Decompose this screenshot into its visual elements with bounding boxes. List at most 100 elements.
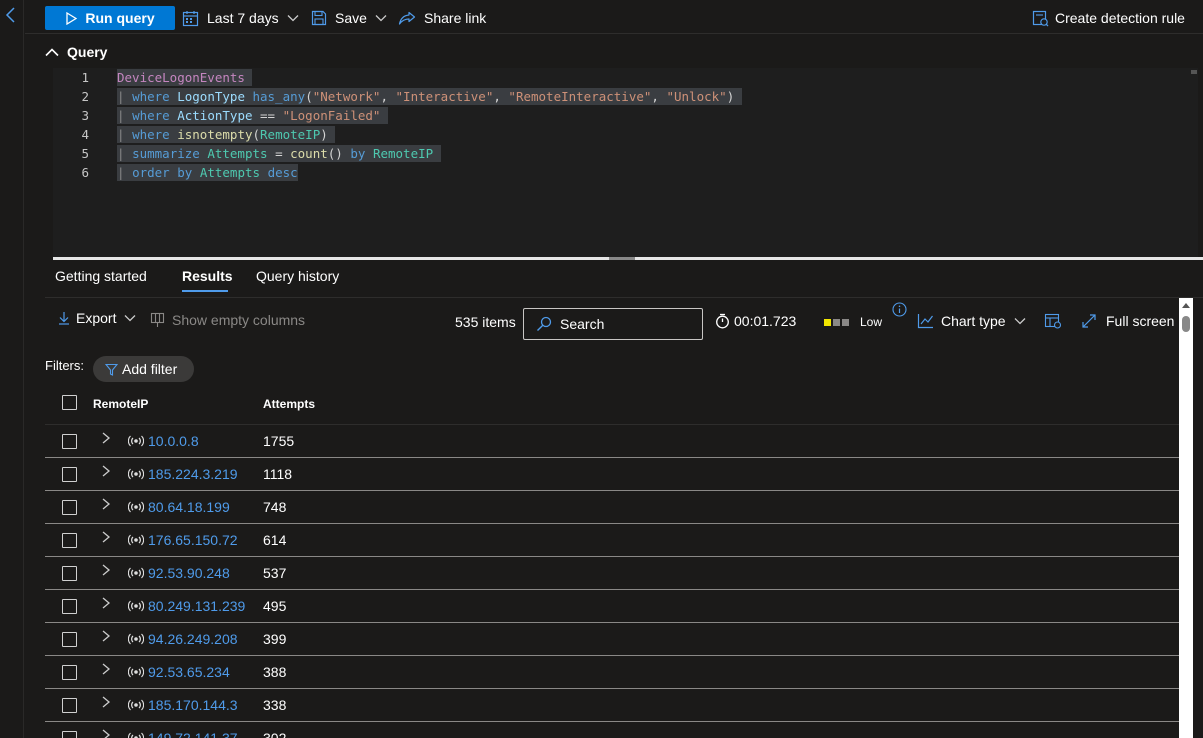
resource-usage-indicator: Low xyxy=(824,315,882,329)
editor-scrollbar[interactable] xyxy=(1188,68,1198,258)
network-broadcast-icon xyxy=(128,699,144,711)
column-header-attempts[interactable]: Attempts xyxy=(263,397,315,411)
remote-ip-link[interactable]: 185.170.144.3 xyxy=(148,697,238,713)
attempts-value: 1755 xyxy=(263,433,295,449)
query-section-toggle[interactable]: Query xyxy=(45,42,107,62)
network-broadcast-icon xyxy=(128,468,144,480)
add-filter-label: Add filter xyxy=(122,361,178,377)
export-dropdown[interactable]: Export xyxy=(58,310,136,326)
row-checkbox[interactable] xyxy=(62,665,77,680)
row-checkbox[interactable] xyxy=(62,599,77,614)
chevron-right-icon[interactable] xyxy=(101,662,111,676)
editor-line: 4 | where isnotempty(RemoteIP) xyxy=(53,125,1198,144)
table-row[interactable]: 92.53.65.234 388 xyxy=(45,656,1179,689)
attempts-value: 302 xyxy=(263,730,287,738)
advanced-hunting-panel: Run query Last 7 days Save Share link Cr… xyxy=(25,0,1203,738)
save-dropdown[interactable]: Save xyxy=(311,6,387,30)
code-line: | summarize Attempts = count() by Remote… xyxy=(117,145,441,162)
chart-type-dropdown[interactable]: Chart type xyxy=(917,313,1026,329)
table-row[interactable]: 185.224.3.219 1118 xyxy=(45,458,1179,491)
save-icon xyxy=(311,10,327,26)
attempts-value: 495 xyxy=(263,598,287,614)
select-all-checkbox[interactable] xyxy=(62,395,77,410)
chart-type-label: Chart type xyxy=(941,313,1006,329)
network-broadcast-icon xyxy=(128,567,144,579)
editor-line: 1 DeviceLogonEvents xyxy=(53,68,1198,87)
timer-icon xyxy=(716,313,729,329)
scroll-up-icon[interactable] xyxy=(1182,302,1190,308)
create-detection-rule-button[interactable]: Create detection rule xyxy=(1032,6,1185,30)
remote-ip-link[interactable]: 92.53.90.248 xyxy=(148,565,230,581)
results-tabs: Getting started Results Query history xyxy=(45,260,1203,298)
network-broadcast-icon xyxy=(128,633,144,645)
info-icon[interactable] xyxy=(892,302,907,317)
row-checkbox[interactable] xyxy=(62,467,77,482)
query-section-title: Query xyxy=(67,44,108,60)
remote-ip-link[interactable]: 149.72.141.37 xyxy=(148,730,238,738)
table-row[interactable]: 80.249.131.239 495 xyxy=(45,590,1179,623)
remote-ip-link[interactable]: 185.224.3.219 xyxy=(148,466,238,482)
table-row[interactable]: 94.26.249.208 399 xyxy=(45,623,1179,656)
search-icon xyxy=(537,316,552,331)
add-filter-button[interactable]: Add filter xyxy=(93,356,194,382)
tab-getting-started[interactable]: Getting started xyxy=(55,268,147,284)
remote-ip-link[interactable]: 176.65.150.72 xyxy=(148,532,238,548)
chevron-right-icon[interactable] xyxy=(101,695,111,709)
table-row[interactable]: 176.65.150.72 614 xyxy=(45,524,1179,557)
chevron-right-icon[interactable] xyxy=(101,629,111,643)
create-detection-rule-label: Create detection rule xyxy=(1055,10,1185,26)
remote-ip-link[interactable]: 80.64.18.199 xyxy=(148,499,230,515)
table-row[interactable]: 80.64.18.199 748 xyxy=(45,491,1179,524)
row-checkbox[interactable] xyxy=(62,434,77,449)
row-checkbox[interactable] xyxy=(62,533,77,548)
network-broadcast-icon xyxy=(128,534,144,546)
row-checkbox[interactable] xyxy=(62,632,77,647)
remote-ip-link[interactable]: 10.0.0.8 xyxy=(148,433,199,449)
chevron-right-icon[interactable] xyxy=(101,596,111,610)
remote-ip-link[interactable]: 94.26.249.208 xyxy=(148,631,238,647)
tab-results[interactable]: Results xyxy=(182,268,233,284)
code-line: | where isnotempty(RemoteIP) xyxy=(117,126,336,143)
chevron-right-icon[interactable] xyxy=(101,431,111,445)
row-checkbox[interactable] xyxy=(62,731,77,738)
network-broadcast-icon xyxy=(128,600,144,612)
query-editor[interactable]: 1 DeviceLogonEvents 2 | where LogonType … xyxy=(53,68,1198,258)
full-screen-button[interactable]: Full screen xyxy=(1081,313,1174,329)
table-row[interactable]: 149.72.141.37 302 xyxy=(45,722,1179,738)
attempts-value: 748 xyxy=(263,499,287,515)
column-header-remoteip[interactable]: RemoteIP xyxy=(93,397,148,411)
export-label: Export xyxy=(76,310,117,326)
row-checkbox[interactable] xyxy=(62,566,77,581)
network-broadcast-icon xyxy=(128,666,144,678)
row-checkbox[interactable] xyxy=(62,698,77,713)
chevron-right-icon[interactable] xyxy=(101,728,111,738)
chevron-down-icon xyxy=(287,15,299,22)
results-scrollbar[interactable] xyxy=(1179,298,1193,738)
share-link-button[interactable]: Share link xyxy=(398,6,486,30)
tab-query-history[interactable]: Query history xyxy=(256,268,339,284)
line-number: 2 xyxy=(81,89,89,104)
chevron-right-icon[interactable] xyxy=(101,464,111,478)
search-input[interactable]: Search xyxy=(523,308,703,340)
chevron-right-icon[interactable] xyxy=(101,563,111,577)
chevron-right-icon[interactable] xyxy=(101,530,111,544)
share-link-label: Share link xyxy=(424,10,487,26)
row-checkbox[interactable] xyxy=(62,500,77,515)
table-row[interactable]: 185.170.144.3 338 xyxy=(45,689,1179,722)
time-range-dropdown[interactable]: Last 7 days xyxy=(182,6,299,30)
scrollbar-thumb[interactable] xyxy=(1182,316,1190,332)
elapsed-time-value: 00:01.723 xyxy=(734,313,797,329)
show-empty-columns-toggle[interactable]: Show empty columns xyxy=(150,312,305,328)
remote-ip-link[interactable]: 92.53.65.234 xyxy=(148,664,230,680)
table-row[interactable]: 10.0.0.8 1755 xyxy=(45,425,1179,458)
table-row[interactable]: 92.53.90.248 537 xyxy=(45,557,1179,590)
run-query-button[interactable]: Run query xyxy=(45,6,175,30)
top-toolbar: Run query Last 7 days Save Share link Cr… xyxy=(25,0,1203,34)
editor-line: 5 | summarize Attempts = count() by Remo… xyxy=(53,144,1198,163)
collapse-chevron-icon[interactable] xyxy=(3,5,19,25)
attempts-value: 537 xyxy=(263,565,287,581)
remote-ip-link[interactable]: 80.249.131.239 xyxy=(148,598,245,614)
chevron-right-icon[interactable] xyxy=(101,497,111,511)
usage-bar-empty xyxy=(833,318,840,326)
customize-columns-button[interactable] xyxy=(1044,313,1062,329)
